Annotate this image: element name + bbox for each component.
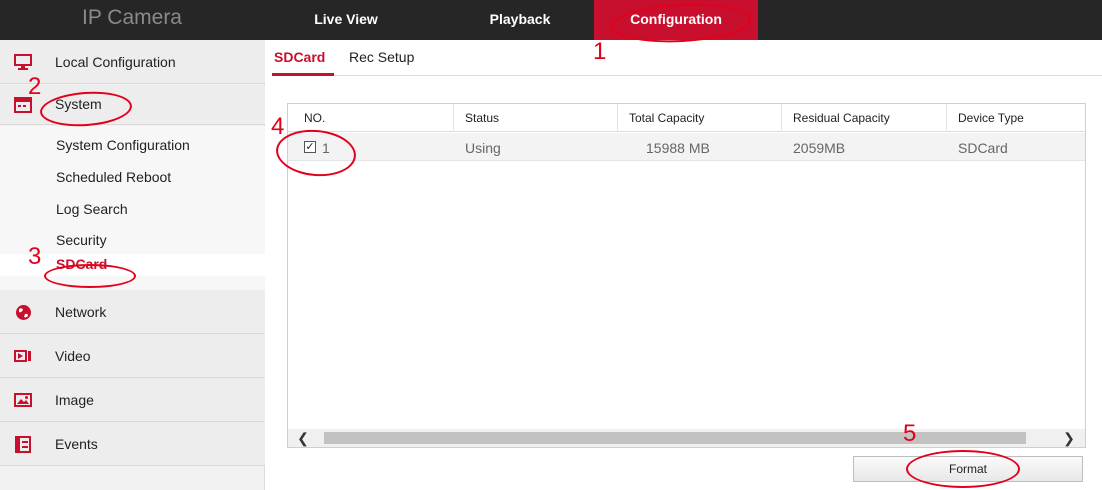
submenu-system-configuration[interactable]: System Configuration xyxy=(56,137,190,153)
table-header: NO. Status Total Capacity Residual Capac… xyxy=(288,104,1085,132)
top-navigation-bar: IP Camera Live View Playback Configurati… xyxy=(0,0,1102,40)
column-divider xyxy=(453,104,454,132)
sidebar-item-label: Local Configuration xyxy=(55,54,176,70)
sidebar-item-video[interactable]: Video xyxy=(0,334,265,378)
column-divider xyxy=(946,104,947,132)
table-row[interactable]: ✓ 1 Using 15988 MB 2059MB SDCard xyxy=(288,133,1085,161)
cell-status: Using xyxy=(465,140,501,156)
sidebar-item-label: Network xyxy=(55,304,107,320)
annotation-number: 2 xyxy=(28,73,42,100)
column-divider xyxy=(781,104,782,132)
scroll-right-arrow-icon[interactable]: ❯ xyxy=(1056,429,1082,447)
submenu-log-search[interactable]: Log Search xyxy=(56,201,128,217)
cell-total-capacity: 15988 MB xyxy=(646,140,710,156)
sidebar-item-label: Events xyxy=(55,436,98,452)
scroll-left-arrow-icon[interactable]: ❮ xyxy=(290,429,316,447)
sidebar-item-label: Video xyxy=(55,348,91,364)
annotation-ellipse xyxy=(906,450,1020,488)
globe-icon xyxy=(14,303,32,321)
column-divider xyxy=(617,104,618,132)
annotation-ellipse xyxy=(44,264,136,288)
column-header-device-type: Device Type xyxy=(958,111,1024,125)
brand-title: IP Camera xyxy=(82,6,182,29)
content-tabs: SDCard Rec Setup xyxy=(272,40,1102,76)
column-header-status: Status xyxy=(465,111,500,125)
column-header-residual-capacity: Residual Capacity xyxy=(793,111,890,125)
annotation-number: 3 xyxy=(28,243,42,270)
nav-live-view[interactable]: Live View xyxy=(286,0,406,40)
cell-device-type: SDCard xyxy=(958,140,1008,156)
video-camera-icon xyxy=(14,347,32,365)
active-tab-indicator xyxy=(272,73,334,76)
annotation-number: 5 xyxy=(903,420,917,447)
column-header-no: NO. xyxy=(304,111,326,125)
sidebar-item-label: Image xyxy=(55,392,94,408)
sidebar-item-events[interactable]: Events xyxy=(0,422,265,466)
sidebar-item-image[interactable]: Image xyxy=(0,378,265,422)
horizontal-scrollbar[interactable]: ❮ ❯ xyxy=(288,429,1085,447)
annotation-number: 1 xyxy=(593,38,607,65)
scrollbar-thumb[interactable] xyxy=(324,432,1026,444)
tab-sdcard[interactable]: SDCard xyxy=(274,49,325,65)
events-list-icon xyxy=(14,435,32,453)
sdcard-table-panel: NO. Status Total Capacity Residual Capac… xyxy=(287,103,1086,448)
column-header-total-capacity: Total Capacity xyxy=(629,111,705,125)
monitor-icon xyxy=(14,53,32,71)
cell-residual-capacity: 2059MB xyxy=(793,140,846,156)
submenu-security[interactable]: Security xyxy=(56,232,107,248)
sidebar-item-network[interactable]: Network xyxy=(0,290,265,334)
submenu-scheduled-reboot[interactable]: Scheduled Reboot xyxy=(56,169,171,185)
nav-playback[interactable]: Playback xyxy=(460,0,580,40)
tab-rec-setup[interactable]: Rec Setup xyxy=(349,49,414,65)
picture-icon xyxy=(14,391,32,409)
